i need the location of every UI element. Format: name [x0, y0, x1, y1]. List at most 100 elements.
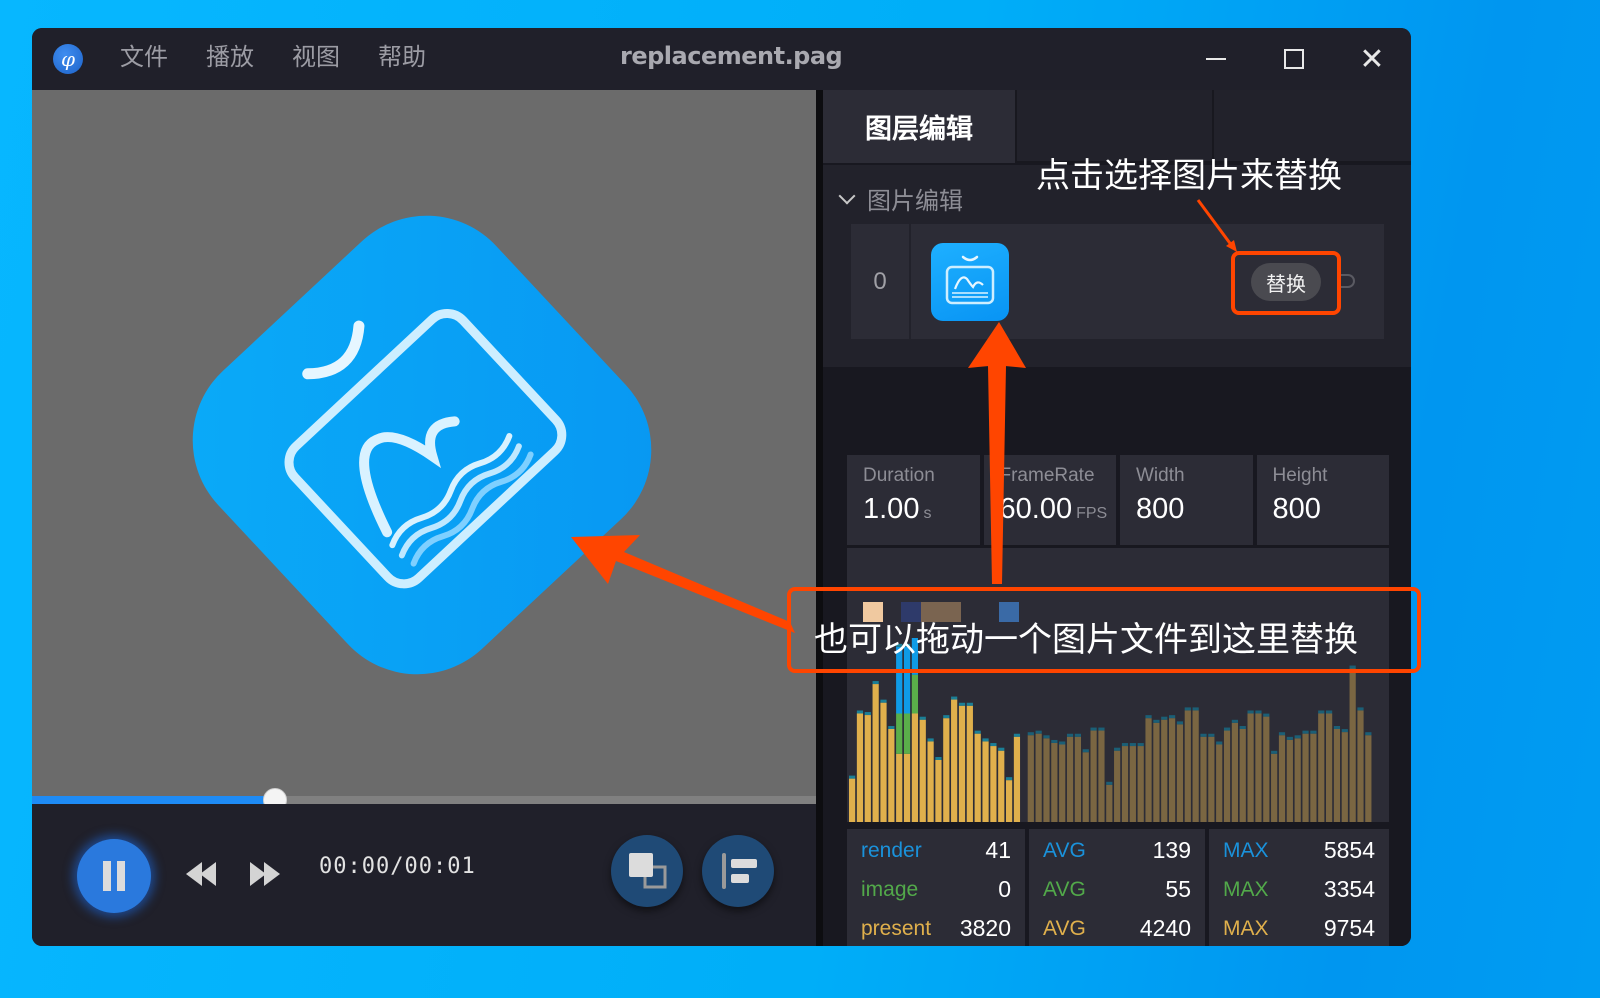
bar-cap	[943, 715, 950, 719]
avg-label: AVG	[1043, 838, 1086, 862]
bar-history	[1255, 713, 1262, 822]
layers-icon	[629, 853, 667, 889]
tab-label: 图层编辑	[865, 114, 973, 144]
bar-history	[1208, 736, 1215, 822]
bar-cap	[998, 747, 1005, 751]
bar-present	[990, 746, 997, 822]
minimize-button[interactable]	[1199, 42, 1233, 76]
title-bar[interactable]: φ 文件 播放 视图 帮助 replacement.pag ✕	[32, 28, 1411, 90]
bar-history	[1294, 738, 1301, 822]
stat-value: 800	[1272, 493, 1321, 525]
fast-forward-button[interactable]	[244, 854, 284, 894]
bar-history	[1357, 710, 1364, 822]
bar-present	[864, 715, 871, 822]
bar-history	[1223, 730, 1231, 822]
bar-present	[927, 741, 934, 822]
bar-cap	[1121, 743, 1129, 747]
bar-present	[966, 705, 973, 822]
restore-icon[interactable]	[1339, 274, 1355, 288]
bar-present	[872, 684, 879, 822]
max-value: 5854	[1323, 837, 1375, 863]
preview-canvas[interactable]	[32, 90, 816, 798]
panel-divider[interactable]	[816, 90, 823, 946]
pause-button[interactable]	[77, 839, 151, 913]
bar-present	[856, 713, 864, 822]
stat-duration: Duration 1.00 s	[847, 455, 980, 547]
bar-history	[1098, 730, 1105, 822]
bar-history	[1200, 736, 1207, 822]
perf-avg-render: AVG 139	[1043, 831, 1191, 870]
bar-cap	[1310, 730, 1317, 734]
bar-history	[1271, 753, 1278, 822]
preview-image	[192, 215, 652, 675]
bar-cap	[849, 775, 856, 779]
progress-slider[interactable]	[32, 788, 816, 812]
bar-history	[1161, 719, 1168, 822]
menu-file[interactable]: 文件	[120, 42, 168, 74]
avg-label: AVG	[1043, 916, 1086, 940]
max-value: 9754	[1323, 915, 1375, 941]
bar-history	[1153, 722, 1160, 822]
tab-layer-edit[interactable]: 图层编辑	[823, 90, 1017, 163]
rewind-button[interactable]	[182, 854, 222, 894]
bar-cap	[1318, 710, 1325, 714]
maximize-button[interactable]	[1277, 42, 1311, 76]
section-header[interactable]: 图片编辑	[838, 181, 963, 216]
menu-view[interactable]: 视图	[292, 42, 340, 74]
app-logo-icon: φ	[53, 44, 83, 74]
perf-max-image: MAX 3354	[1223, 870, 1375, 909]
bar-cap	[974, 730, 981, 734]
maximize-icon	[1284, 49, 1304, 69]
bar-cap	[888, 726, 895, 729]
perf-current-column: render 41 image 0 present 3820	[847, 829, 1025, 946]
image-thumbnail-icon	[945, 255, 995, 305]
fast-forward-icon	[250, 862, 280, 886]
stat-value: 1.00	[863, 493, 920, 525]
perf-label: image	[861, 877, 919, 901]
bar-history	[1310, 733, 1317, 822]
perf-max-present: MAX 9754	[1223, 909, 1375, 946]
pause-icon-bar	[117, 861, 125, 891]
bar-cap	[1239, 726, 1246, 729]
bar-cap	[1043, 735, 1050, 739]
bar-cap	[1247, 710, 1254, 714]
bar-cap	[1271, 750, 1278, 754]
bar-history	[1239, 729, 1246, 822]
bar-history	[1129, 746, 1136, 822]
bar-present	[998, 750, 1005, 822]
bar-cap	[1106, 781, 1113, 785]
bar-history	[1051, 742, 1058, 822]
bar-cap	[1223, 727, 1231, 731]
align-left-icon	[722, 853, 757, 889]
perf-max-render: MAX 5854	[1223, 831, 1375, 870]
stat-width: Width 800	[1120, 455, 1253, 547]
menu-help[interactable]: 帮助	[378, 42, 426, 74]
bar-cap	[856, 710, 864, 714]
bar-present	[880, 702, 887, 822]
bar-cap	[1231, 719, 1238, 723]
bar-cap	[1059, 741, 1066, 745]
stat-label: Duration	[863, 465, 935, 486]
bar-history	[1074, 736, 1081, 822]
bar-history	[1114, 750, 1121, 822]
max-label: MAX	[1223, 838, 1269, 862]
perf-value: 41	[985, 837, 1011, 863]
bar-cap	[1051, 739, 1058, 743]
bar-cap	[1145, 715, 1152, 719]
align-left-button[interactable]	[702, 835, 774, 907]
menu-play[interactable]: 播放	[206, 42, 254, 74]
perf-row-image: image 0	[861, 870, 1011, 909]
avg-value: 55	[1165, 876, 1191, 902]
close-button[interactable]: ✕	[1355, 42, 1389, 77]
layers-button[interactable]	[611, 835, 683, 907]
stat-unit: FPS	[1076, 505, 1108, 522]
avg-value: 139	[1152, 837, 1191, 863]
image-thumbnail[interactable]	[931, 243, 1009, 321]
bar-cap	[880, 699, 887, 703]
stat-label: Height	[1272, 465, 1328, 486]
bar-present	[943, 718, 950, 822]
bar-history	[1184, 710, 1191, 822]
bar-history	[1145, 718, 1152, 822]
avg-value: 4240	[1139, 915, 1191, 941]
stat-value: 800	[1136, 493, 1185, 525]
